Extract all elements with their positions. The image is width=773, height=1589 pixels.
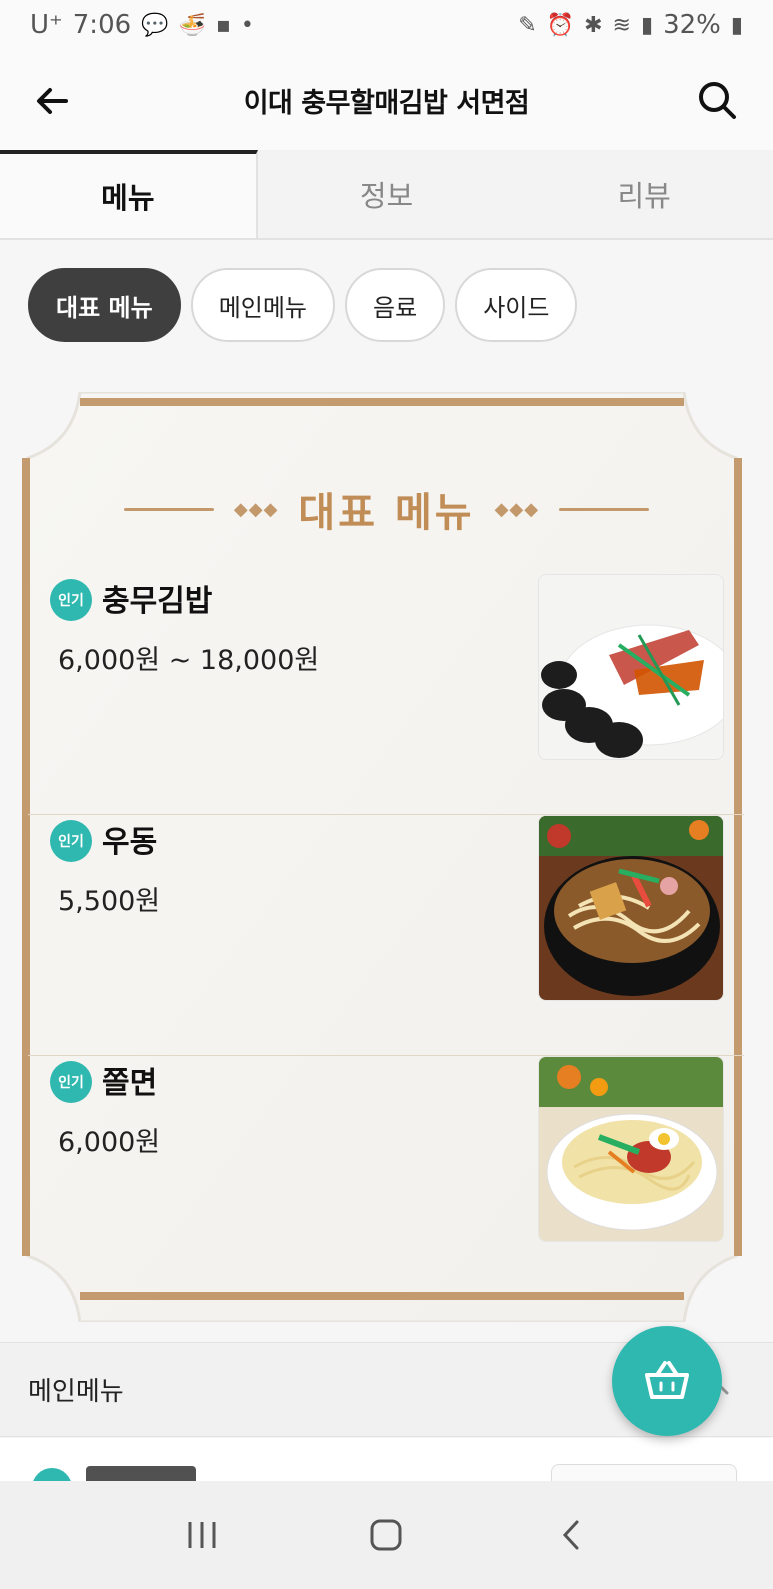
dot-icon: • <box>240 12 254 38</box>
featured-heading: ◆◆◆ 대표 메뉴 ◆◆◆ <box>0 480 773 538</box>
tab-menu[interactable]: 메뉴 <box>0 150 258 238</box>
gimbap-photo <box>538 574 724 760</box>
page-title: 이대 충무할매김밥 서면점 <box>243 87 530 119</box>
chip-main-menu[interactable]: 메인메뉴 <box>190 268 336 342</box>
category-chips: 대표 메뉴 메인메뉴 음료 사이드 <box>28 268 578 342</box>
item-name: 우동 <box>102 825 158 860</box>
popular-badge: 인기 <box>50 820 92 862</box>
tab-reviews[interactable]: 리뷰 <box>515 150 773 238</box>
bowl-icon: 🍜 <box>178 12 206 38</box>
message-icon: ▪ <box>215 12 231 38</box>
system-navigation-bar <box>0 1481 773 1589</box>
item-price: 6,000원 ~ 18,000원 <box>58 645 320 676</box>
item-price: 6,000원 <box>58 1127 161 1158</box>
battery-level: 32% <box>663 10 721 40</box>
status-bar: U⁺ 7:06 💬 🍜 ▪ • ✎ ⏰ ✱ ≋ ▮ 32% ▮ <box>0 0 773 50</box>
udon-photo <box>538 815 724 1001</box>
item-name: 충무김밥 <box>102 584 213 619</box>
menu-item-udon[interactable]: 인기 우동 5,500원 <box>28 815 744 1056</box>
back-icon[interactable] <box>541 1505 601 1565</box>
ornament-diamonds: ◆◆◆ <box>233 498 279 520</box>
popular-badge: 인기 <box>50 579 92 621</box>
menu-item-jjolmyeon[interactable]: 인기 쫄면 6,000원 <box>28 1056 744 1297</box>
cart-button[interactable] <box>612 1326 722 1436</box>
chip-featured[interactable]: 대표 메뉴 <box>28 268 181 342</box>
jjolmyeon-photo <box>538 1056 724 1242</box>
bluetooth-icon: ✱ <box>584 12 603 38</box>
partial-menu-item[interactable] <box>0 1438 773 1483</box>
ornament-line <box>123 507 214 511</box>
ornament-line <box>559 507 650 511</box>
featured-title: 대표 메뉴 <box>298 490 475 536</box>
pen-icon: ✎ <box>518 12 537 38</box>
home-icon[interactable] <box>356 1505 416 1565</box>
carrier-label: U⁺ <box>30 10 63 40</box>
alarm-icon: ⏰ <box>546 12 575 38</box>
search-icon[interactable] <box>695 78 739 122</box>
item-price: 5,500원 <box>58 886 161 917</box>
menu-item-chungmu-gimbap[interactable]: 인기 충무김밥 6,000원 ~ 18,000원 <box>28 574 744 815</box>
basket-icon <box>645 1361 689 1399</box>
battery-icon: ▮ <box>730 12 743 38</box>
chip-side[interactable]: 사이드 <box>455 268 578 342</box>
item-name: 쫄면 <box>102 1066 158 1101</box>
clock: 7:06 <box>72 10 132 40</box>
tab-info[interactable]: 정보 <box>258 150 516 238</box>
app-header: 이대 충무할매김밥 서면점 <box>0 50 773 150</box>
back-arrow-icon[interactable] <box>30 78 76 124</box>
chip-drinks[interactable]: 음료 <box>345 268 446 342</box>
tab-bar: 메뉴 정보 리뷰 <box>0 150 773 240</box>
chat-icon: 💬 <box>141 12 169 38</box>
wifi-icon: ≋ <box>612 12 631 38</box>
section-title: 메인메뉴 <box>28 1377 124 1407</box>
recent-apps-icon[interactable] <box>172 1505 232 1565</box>
popular-badge: 인기 <box>50 1061 92 1103</box>
ornament-diamonds: ◆◆◆ <box>494 498 540 520</box>
signal-icon: ▮ <box>640 12 654 38</box>
